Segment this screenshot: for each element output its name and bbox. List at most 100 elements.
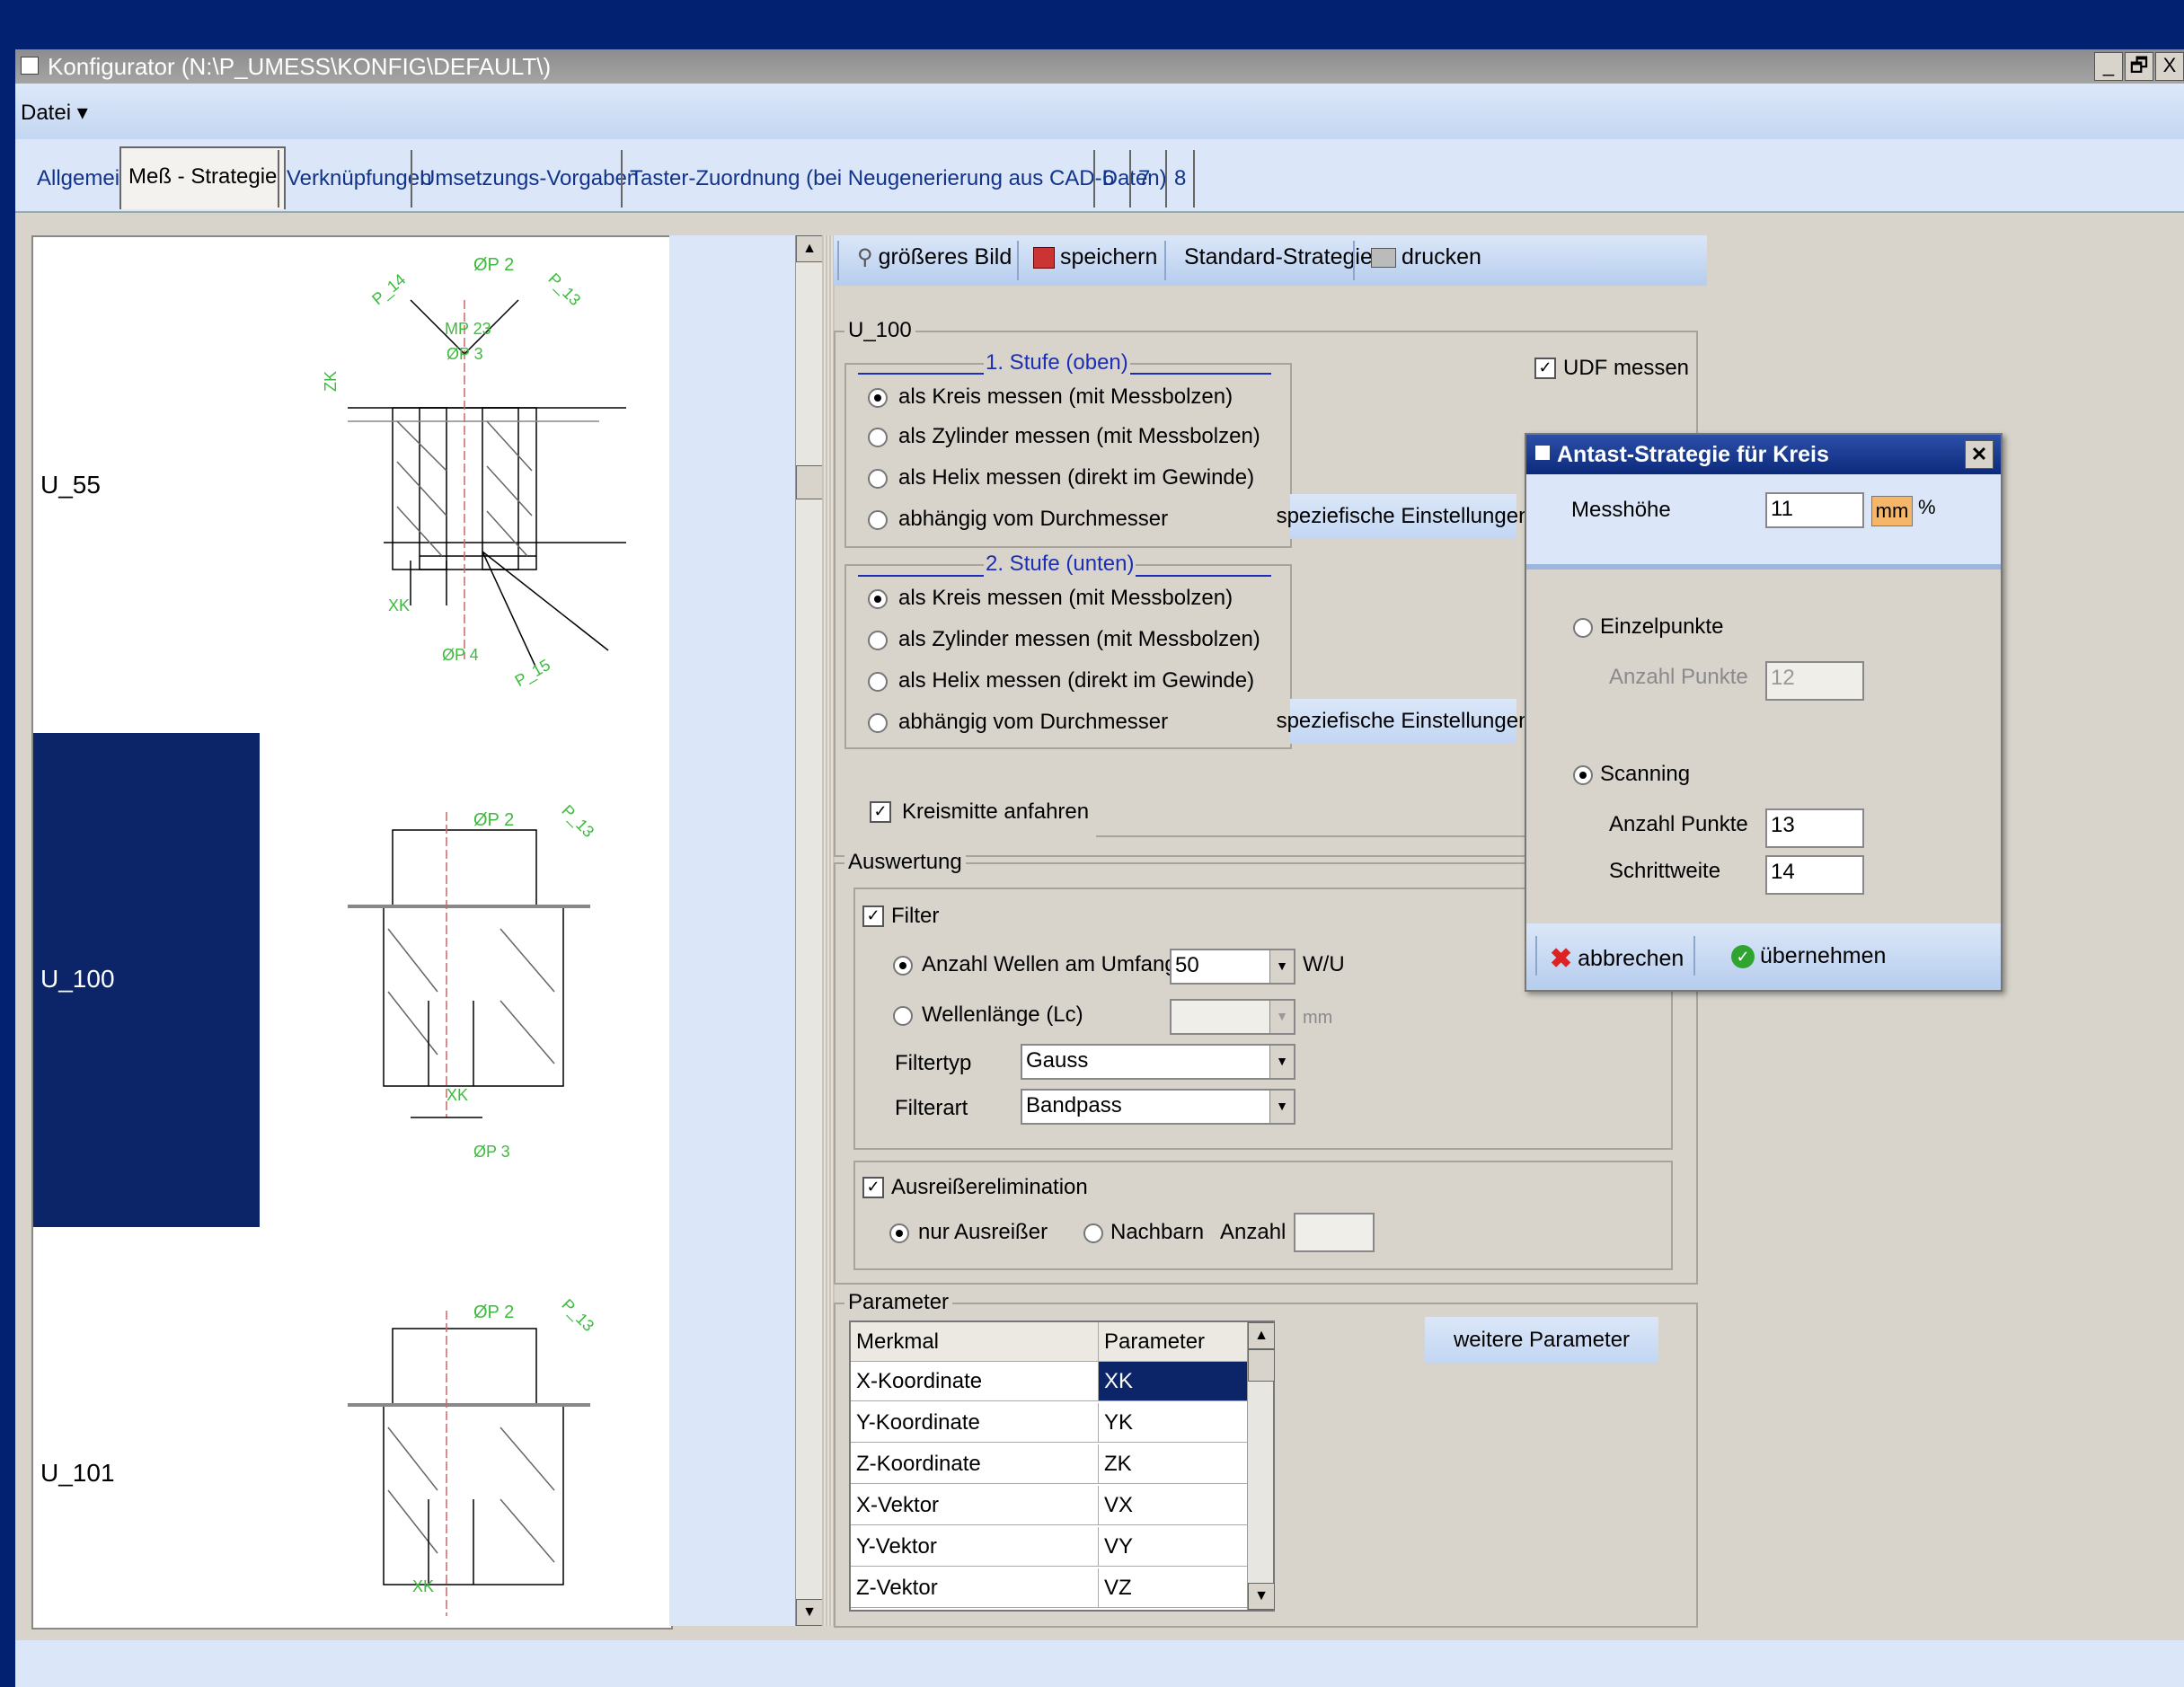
filter-checkbox[interactable]: ✓ xyxy=(862,905,884,927)
stage1-label-durchmesser: abhängig vom Durchmesser xyxy=(898,507,1169,531)
table-cell[interactable]: Y-Vektor xyxy=(851,1527,1099,1567)
messhoehe-input[interactable]: 11 xyxy=(1765,492,1864,528)
standard-strategy-button[interactable]: Standard-Strategie xyxy=(1184,244,1373,270)
minimize-button[interactable]: _ xyxy=(2094,52,2123,81)
part-label-u55[interactable]: U_55 xyxy=(40,471,101,499)
table-cell[interactable]: YK xyxy=(1099,1403,1248,1443)
stage2-label-zylinder: als Zylinder messen (mit Messbolzen) xyxy=(898,627,1260,651)
red-x-icon: ✖ xyxy=(1550,944,1573,974)
filter-label: Filter xyxy=(891,904,940,928)
save-icon xyxy=(1033,246,1055,269)
udf-checkbox[interactable]: ✓ xyxy=(1534,358,1556,379)
waves-label: Anzahl Wellen am Umfang xyxy=(922,952,1177,976)
dialog-title-bar[interactable]: Antast-Strategie für Kreis ✕ xyxy=(1526,435,2001,474)
dropdown-arrow-icon[interactable]: ▼ xyxy=(1269,950,1294,983)
stage1-radio-kreis[interactable] xyxy=(868,388,888,408)
scroll-thumb[interactable] xyxy=(1248,1349,1275,1382)
unit-mm-toggle[interactable]: mm xyxy=(1871,496,1913,526)
unit-percent-toggle[interactable]: % xyxy=(1918,496,1936,519)
waves-radio[interactable] xyxy=(893,956,913,976)
neighbors-radio[interactable] xyxy=(1083,1223,1103,1243)
table-scrollbar[interactable]: ▲ ▼ xyxy=(1247,1322,1275,1610)
table-cell[interactable]: VZ xyxy=(1099,1568,1248,1608)
stage2-radio-helix[interactable] xyxy=(868,672,888,692)
einzel-anzahl-input[interactable]: 12 xyxy=(1765,661,1864,701)
dropdown-arrow-icon[interactable]: ▼ xyxy=(1269,1091,1294,1123)
close-icon[interactable]: ✕ xyxy=(1965,440,1994,469)
scroll-down-arrow-icon[interactable]: ▼ xyxy=(1248,1583,1275,1610)
wavelength-radio[interactable] xyxy=(893,1006,913,1026)
drawing-list[interactable]: U_55 U_100 U_101 ØP 2 MP 23 ØP 3 P_14 P_… xyxy=(31,235,673,1630)
scroll-thumb[interactable] xyxy=(796,465,823,499)
tab-taster-zuordnung[interactable]: Taster-Zuordnung (bei Neugenerierung aus… xyxy=(621,150,1174,208)
table-cell[interactable]: VX xyxy=(1099,1486,1248,1525)
tab-8[interactable]: 8 xyxy=(1165,150,1196,208)
table-cell[interactable]: VY xyxy=(1099,1527,1248,1567)
table-cell[interactable]: X-Vektor xyxy=(851,1486,1099,1525)
part-label-u101[interactable]: U_101 xyxy=(40,1459,115,1488)
drawing-scrollbar[interactable]: ▲ ▼ xyxy=(795,235,823,1626)
filtertyp-select[interactable]: Gauss ▼ xyxy=(1021,1044,1295,1080)
count-input[interactable] xyxy=(1294,1213,1375,1252)
table-header[interactable]: Merkmal xyxy=(851,1322,1099,1362)
waves-select[interactable]: 50 ▼ xyxy=(1170,949,1295,985)
outlier-checkbox[interactable]: ✓ xyxy=(862,1177,884,1198)
scroll-down-arrow-icon[interactable]: ▼ xyxy=(796,1599,823,1626)
stage2-radio-durchmesser[interactable] xyxy=(868,713,888,733)
table-header[interactable]: Parameter xyxy=(1099,1322,1248,1362)
table-cell[interactable]: XK xyxy=(1099,1362,1248,1401)
einzel-anzahl-label: Anzahl Punkte xyxy=(1609,665,1748,689)
stage1-radio-zylinder[interactable] xyxy=(868,428,888,447)
parameter-title: Parameter xyxy=(844,1290,953,1315)
udf-label: UDF messen xyxy=(1563,356,1690,380)
accept-button[interactable]: ✓ übernehmen xyxy=(1731,943,1886,969)
tab-mess-strategie[interactable]: Meß - Strategie xyxy=(119,146,287,209)
filterart-select[interactable]: Bandpass ▼ xyxy=(1021,1089,1295,1125)
einzelpunkte-radio[interactable] xyxy=(1573,618,1593,638)
stage1-radio-durchmesser[interactable] xyxy=(868,510,888,530)
menu-datei[interactable]: Datei ▾ xyxy=(21,100,88,126)
table-cell[interactable]: Z-Vektor xyxy=(851,1568,1099,1608)
wavelength-select[interactable]: ▼ xyxy=(1170,999,1295,1035)
splitter[interactable] xyxy=(822,235,835,1626)
restore-button[interactable]: 🗗 xyxy=(2125,52,2153,81)
save-button[interactable]: speichern xyxy=(1033,244,1157,270)
print-button[interactable]: drucken xyxy=(1371,244,1481,270)
parameter-table[interactable]: Merkmal Parameter X-Koordinate XK Y-Koor… xyxy=(849,1320,1275,1612)
table-cell[interactable]: Z-Koordinate xyxy=(851,1444,1099,1484)
cancel-button[interactable]: ✖ abbrechen xyxy=(1550,943,1684,975)
kreismitte-checkbox[interactable]: ✓ xyxy=(870,801,891,823)
stage2-radio-zylinder[interactable] xyxy=(868,631,888,650)
title-bar[interactable]: Konfigurator (N:\P_UMESS\KONFIG\DEFAULT\… xyxy=(15,49,2184,84)
auswertung-title: Auswertung xyxy=(844,850,966,875)
dim-label: XK xyxy=(388,596,411,614)
scanning-radio[interactable] xyxy=(1573,765,1593,785)
part-drawing-u100 xyxy=(348,812,590,1118)
table-cell[interactable]: X-Koordinate xyxy=(851,1362,1099,1401)
schrittweite-input[interactable]: 14 xyxy=(1765,855,1864,895)
stage1-radio-helix[interactable] xyxy=(868,469,888,489)
tab-7[interactable]: 7 xyxy=(1129,150,1157,208)
menu-bar: Datei ▾ xyxy=(15,84,2184,139)
table-cell[interactable]: Y-Koordinate xyxy=(851,1403,1099,1443)
magnifier-icon: ⚲ xyxy=(857,245,873,269)
more-parameters-button[interactable]: weitere Parameter xyxy=(1425,1317,1658,1364)
dropdown-arrow-icon[interactable]: ▼ xyxy=(1269,1001,1294,1033)
only-outliers-radio[interactable] xyxy=(889,1223,909,1243)
bigger-image-button[interactable]: ⚲ größeres Bild xyxy=(857,244,1012,270)
tab-6[interactable]: 6 xyxy=(1093,150,1121,208)
strategy-group-title: U_100 xyxy=(844,318,915,343)
tab-umsetzungs-vorgaben[interactable]: Umsetzungs-Vorgaben xyxy=(411,150,646,208)
scroll-up-arrow-icon[interactable]: ▲ xyxy=(1248,1322,1275,1349)
stage2-specific-settings-button[interactable]: speziefische Einstellungen xyxy=(1277,699,1530,744)
table-cell[interactable]: ZK xyxy=(1099,1444,1248,1484)
scroll-up-arrow-icon[interactable]: ▲ xyxy=(796,235,823,262)
close-button[interactable]: X xyxy=(2155,52,2184,81)
scan-anzahl-input[interactable]: 13 xyxy=(1765,808,1864,848)
dropdown-arrow-icon[interactable]: ▼ xyxy=(1269,1046,1294,1078)
stage1-specific-settings-button[interactable]: speziefische Einstellungen xyxy=(1277,494,1530,539)
dim-label: ØP 2 xyxy=(473,255,515,275)
dim-label: XK xyxy=(447,1086,469,1104)
stage2-radio-kreis[interactable] xyxy=(868,589,888,609)
part-label-u100[interactable]: U_100 xyxy=(40,965,115,994)
